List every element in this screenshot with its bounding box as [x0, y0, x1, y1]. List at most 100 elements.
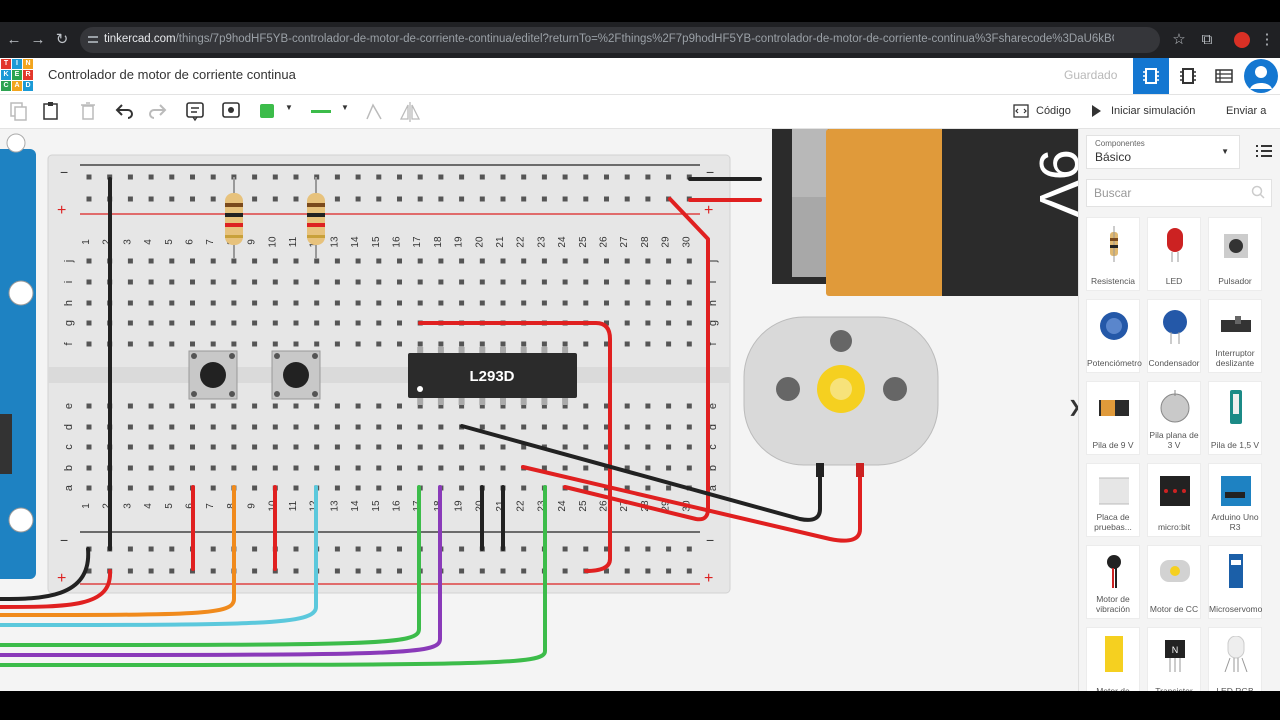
pushbutton-icon: [1224, 234, 1248, 258]
visibility-icon[interactable]: [218, 99, 244, 123]
component-led[interactable]: LED: [1147, 217, 1201, 291]
schematic-icon: [1180, 68, 1196, 84]
app-header: T I N K E R C A D Controlador de motor d…: [0, 58, 1280, 95]
l293d-chip[interactable]: L293D: [408, 347, 577, 405]
rail-minus-top-left: −: [60, 164, 68, 180]
profile-avatar[interactable]: [1234, 32, 1250, 48]
pushbutton-1[interactable]: [188, 350, 238, 400]
user-icon: [1250, 66, 1272, 89]
breadboard[interactable]: 1122334455667788991010111112121313141415…: [47, 154, 731, 594]
rail-plus-top-left: +: [57, 202, 66, 219]
column-number: 1: [81, 503, 92, 509]
column-number: 30: [681, 236, 692, 248]
components-dropdown[interactable]: Componentes Básico ▼: [1086, 135, 1240, 169]
rail-minus-bottom-left: −: [60, 532, 68, 548]
component-microbit[interactable]: micro:bit: [1147, 463, 1201, 537]
user-avatar[interactable]: [1244, 59, 1278, 93]
play-icon: [1092, 105, 1101, 117]
component-dc-motor[interactable]: Motor de CC: [1147, 545, 1201, 619]
tinkercad-logo[interactable]: T I N K E R C A D: [1, 59, 34, 92]
dc-motor[interactable]: [743, 316, 939, 477]
color-picker[interactable]: ▼: [255, 99, 299, 123]
extensions-icon[interactable]: ⧉: [1198, 31, 1216, 49]
components-caption: Componentes: [1095, 139, 1145, 148]
panel-collapse-chevron-icon[interactable]: ❯: [1068, 397, 1078, 417]
site-info-icon[interactable]: [88, 35, 98, 45]
component-vibration-motor[interactable]: Motor de vibración: [1086, 545, 1140, 619]
column-number: 19: [454, 236, 465, 248]
reload-icon[interactable]: ↻: [53, 31, 71, 49]
list-view-icon[interactable]: [1255, 143, 1273, 159]
circuit-diagram[interactable]: 1122334455667788991010111112121313141415…: [0, 129, 1078, 691]
column-number: 28: [640, 236, 651, 248]
column-number: 19: [454, 500, 465, 512]
arduino-board[interactable]: [0, 149, 36, 579]
rail-minus-bottom-right: −: [706, 532, 714, 548]
schematic-view-button[interactable]: [1170, 58, 1206, 94]
column-number: 4: [143, 503, 154, 509]
component-list-button[interactable]: [1206, 58, 1242, 94]
wire-style-picker[interactable]: ▼: [305, 99, 353, 123]
delete-icon[interactable]: [75, 99, 101, 123]
component-capacitor[interactable]: Condensador: [1147, 299, 1201, 373]
code-button[interactable]: Código: [1006, 99, 1076, 123]
chip-icon: [1143, 68, 1159, 84]
circuit-view-button[interactable]: [1133, 58, 1169, 94]
search-input[interactable]: Buscar: [1086, 179, 1272, 207]
column-number: 1: [81, 239, 92, 245]
row-label: b: [63, 465, 75, 471]
capacitor-icon: [1163, 310, 1187, 344]
component-battery-aa[interactable]: Pila de 1,5 V: [1208, 381, 1262, 455]
notes-icon[interactable]: [182, 99, 208, 123]
battery-label: 9V: [1028, 149, 1078, 218]
component-rgb-led[interactable]: LED RGB: [1208, 627, 1262, 701]
browser-toolbar: ← → ↻ tinkercad.com/things/7p9hodHF5YB-c…: [0, 22, 1280, 58]
redo-icon[interactable]: [145, 99, 171, 123]
component-slide-switch[interactable]: Interruptor deslizante: [1208, 299, 1262, 373]
column-number: 5: [164, 503, 175, 509]
column-number: 11: [288, 236, 299, 247]
component-breadboard[interactable]: Placa de pruebas...: [1086, 463, 1140, 537]
column-number: 27: [619, 236, 630, 248]
component-transistor[interactable]: NTransistor: [1147, 627, 1201, 701]
copy-icon[interactable]: [5, 99, 31, 123]
send-to-button[interactable]: Enviar a: [1216, 99, 1274, 123]
coin-cell-icon: [1160, 390, 1190, 423]
component-gear-motor[interactable]: Motor de: [1086, 627, 1140, 701]
component-label: Interruptor deslizante: [1215, 348, 1255, 368]
component-resistor[interactable]: Resistencia: [1086, 217, 1140, 291]
column-number: 9: [247, 239, 258, 245]
back-icon[interactable]: ←: [5, 31, 23, 49]
component-battery-9v[interactable]: Pila de 9 V: [1086, 381, 1140, 455]
address-bar[interactable]: tinkercad.com/things/7p9hodHF5YB-control…: [80, 27, 1160, 53]
battery-9v[interactable]: − + 9V: [772, 129, 1078, 296]
led-icon: [1167, 228, 1183, 262]
forward-icon[interactable]: →: [29, 31, 47, 49]
column-number: 13: [329, 236, 340, 248]
component-label: micro:bit: [1157, 522, 1191, 532]
gear-motor-icon: [1105, 636, 1123, 672]
pushbutton-2[interactable]: [271, 350, 321, 400]
menu-icon[interactable]: ⋮: [1258, 31, 1276, 49]
star-icon[interactable]: ☆: [1170, 31, 1188, 49]
row-label: d: [63, 424, 75, 430]
flip-icon[interactable]: [397, 99, 423, 123]
editor-toolbar: ▼ ▼ Código Iniciar simulación Enviar a: [0, 95, 1280, 129]
undo-icon[interactable]: [111, 99, 137, 123]
start-simulation-button[interactable]: Iniciar simulación: [1083, 99, 1207, 123]
circuit-workplane[interactable]: 1122334455667788991010111112121313141415…: [0, 129, 1078, 691]
component-coin-cell[interactable]: Pila plana de 3 V: [1147, 381, 1201, 455]
fit-view-icon[interactable]: [6, 133, 26, 153]
search-icon: [1251, 185, 1265, 199]
vibration-motor-icon: [1107, 555, 1121, 588]
component-arduino[interactable]: Arduino Uno R3: [1208, 463, 1262, 537]
document-title[interactable]: Controlador de motor de corriente contin…: [48, 67, 296, 82]
microbit-icon: [1160, 476, 1190, 506]
rotate-icon[interactable]: [361, 99, 387, 123]
component-servo[interactable]: Microservomo: [1208, 545, 1262, 619]
components-panel: Componentes Básico ▼ Buscar Resistencia L…: [1078, 129, 1280, 701]
component-pushbutton[interactable]: Pulsador: [1208, 217, 1262, 291]
paste-icon[interactable]: [38, 99, 64, 123]
slide-switch-icon: [1221, 316, 1251, 332]
component-potentiometer[interactable]: Potenciómetro: [1086, 299, 1142, 373]
